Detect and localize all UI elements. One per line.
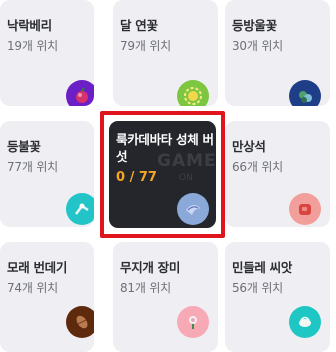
item-card-mansangseok[interactable]: 만상석 66개 위치 xyxy=(225,121,330,227)
card-count: 81개 위치 xyxy=(120,281,172,295)
bellflower-icon xyxy=(289,80,321,106)
chrysalis-icon xyxy=(66,306,94,338)
item-card-rukkhadevata-mushroom[interactable]: GAME ON 룩카데바타 성체 버섯 0 / 77 xyxy=(109,121,216,228)
item-card-rainbow-rose[interactable]: 무지개 장미 81개 위치 xyxy=(113,242,218,352)
collection-progress: 0 / 77 xyxy=(116,170,157,185)
card-name: 만상석 xyxy=(232,139,266,154)
mushroom-icon xyxy=(177,193,209,225)
rose-icon xyxy=(177,306,209,338)
item-card-bellflower[interactable]: 등방울꽃 30개 위치 xyxy=(225,0,330,106)
card-count: 66개 위치 xyxy=(232,160,284,174)
card-name: 달 연꽃 xyxy=(120,18,158,33)
card-name: 모래 번데기 xyxy=(7,260,68,275)
card-count: 74개 위치 xyxy=(7,281,59,295)
card-count: 77개 위치 xyxy=(7,160,59,174)
card-name: 민들레 씨앗 xyxy=(232,260,293,275)
card-count: 56개 위치 xyxy=(232,281,284,295)
lampflower-icon xyxy=(66,193,94,225)
item-card-nakrakberry[interactable]: 낙락베리 19개 위치 xyxy=(0,0,94,106)
dandelion-icon xyxy=(289,306,321,338)
card-name: 등불꽃 xyxy=(7,139,41,154)
card-count: 30개 위치 xyxy=(232,39,284,53)
card-name: 룩카데바타 성체 버섯 xyxy=(116,132,214,164)
card-name: 낙락베리 xyxy=(7,18,52,33)
card-count: 19개 위치 xyxy=(7,39,59,53)
item-card-lampflower[interactable]: 등불꽃 77개 위치 xyxy=(0,121,94,227)
watermark-sub: ON xyxy=(179,173,193,183)
item-card-sand-chrysalis[interactable]: 모래 번데기 74개 위치 xyxy=(0,242,94,352)
card-name: 무지개 장미 xyxy=(120,260,181,275)
stone-icon xyxy=(289,193,321,225)
berry-icon xyxy=(66,80,94,106)
card-name: 등방울꽃 xyxy=(232,18,277,33)
item-card-moon-lotus[interactable]: 달 연꽃 79개 위치 xyxy=(113,0,218,106)
item-card-dandelion-seed[interactable]: 민들레 씨앗 56개 위치 xyxy=(225,242,330,352)
card-count: 79개 위치 xyxy=(120,39,172,53)
lotus-icon xyxy=(177,80,209,106)
